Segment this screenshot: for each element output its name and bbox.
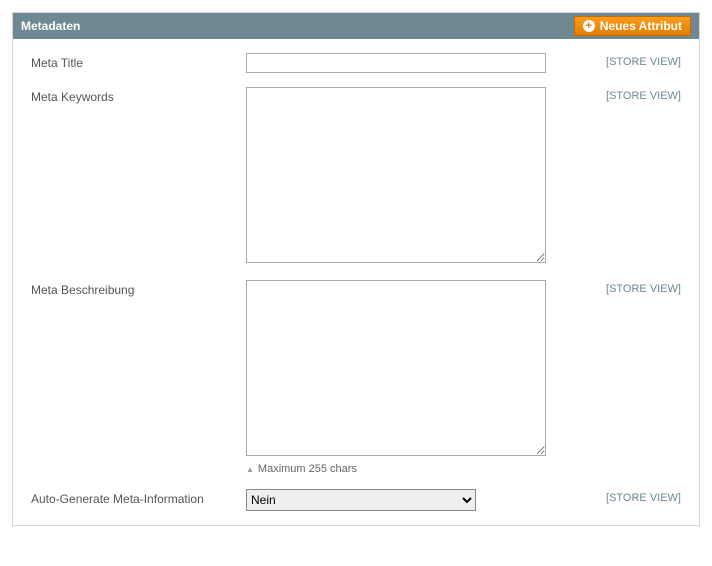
label-auto-generate: Auto-Generate Meta-Information bbox=[31, 489, 246, 506]
note-text: Maximum 255 chars bbox=[258, 463, 357, 475]
plus-icon: + bbox=[583, 20, 595, 32]
label-meta-keywords: Meta Keywords bbox=[31, 87, 246, 104]
meta-description-note: ▲ Maximum 255 chars bbox=[246, 463, 546, 475]
row-meta-description: Meta Beschreibung ▲ Maximum 255 chars [S… bbox=[31, 280, 681, 475]
panel-title: Metadaten bbox=[21, 19, 80, 33]
scope-meta-title: [STORE VIEW] bbox=[546, 53, 681, 68]
row-meta-title: Meta Title [STORE VIEW] bbox=[31, 53, 681, 73]
new-attribute-label: Neues Attribut bbox=[600, 19, 682, 33]
scope-meta-keywords: [STORE VIEW] bbox=[546, 87, 681, 102]
meta-description-textarea[interactable] bbox=[246, 280, 546, 456]
panel-header: Metadaten + Neues Attribut bbox=[13, 13, 699, 39]
meta-keywords-textarea[interactable] bbox=[246, 87, 546, 263]
auto-generate-select[interactable]: Nein bbox=[246, 489, 476, 511]
row-meta-keywords: Meta Keywords [STORE VIEW] bbox=[31, 87, 681, 266]
panel-body: Meta Title [STORE VIEW] Meta Keywords [S… bbox=[13, 39, 699, 525]
new-attribute-button[interactable]: + Neues Attribut bbox=[574, 16, 691, 36]
row-auto-generate: Auto-Generate Meta-Information Nein [STO… bbox=[31, 489, 681, 511]
scope-auto-generate: [STORE VIEW] bbox=[546, 489, 681, 504]
scope-meta-description: [STORE VIEW] bbox=[546, 280, 681, 295]
note-arrow-icon: ▲ bbox=[246, 465, 254, 474]
metadata-panel: Metadaten + Neues Attribut Meta Title [S… bbox=[12, 12, 700, 526]
label-meta-title: Meta Title bbox=[31, 53, 246, 70]
meta-title-input[interactable] bbox=[246, 53, 546, 73]
label-meta-description: Meta Beschreibung bbox=[31, 280, 246, 297]
